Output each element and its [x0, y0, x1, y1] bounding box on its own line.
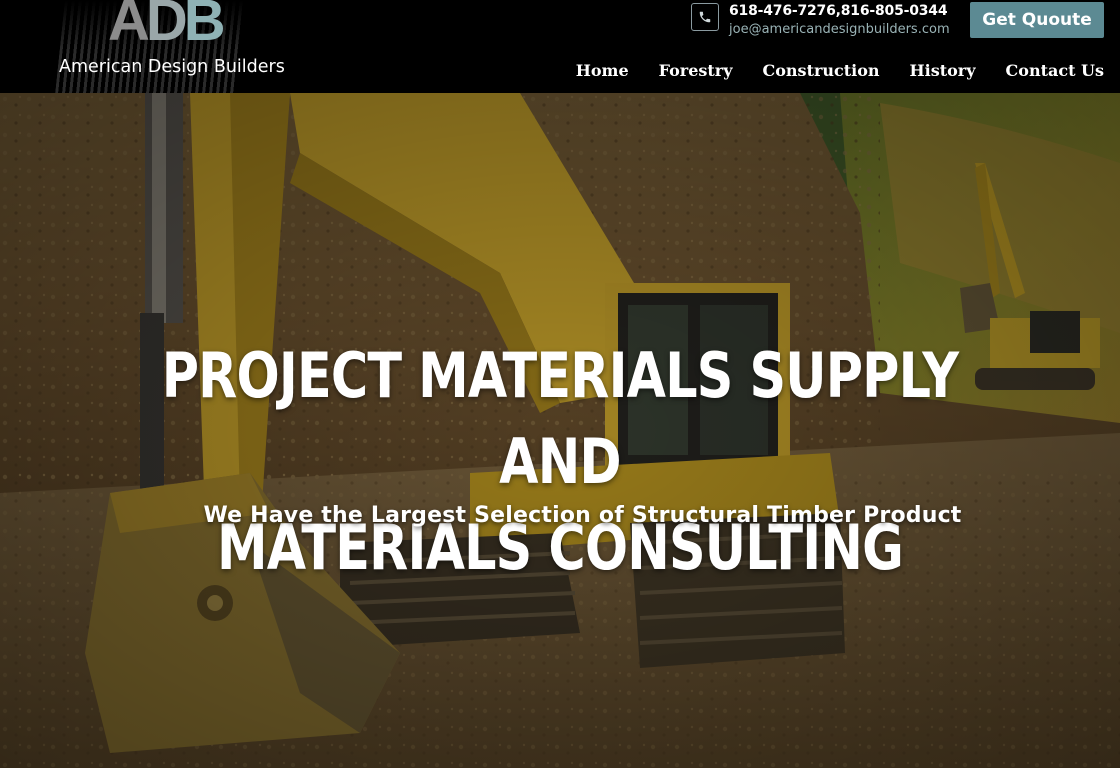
phone-icon [691, 3, 719, 31]
site-header: ADB American Design Builders 618-476-727… [0, 0, 1120, 93]
brand-logo[interactable]: ADB American Design Builders [55, 0, 285, 93]
logo-letter-b: B [183, 0, 226, 53]
hero-subtitle: We Have the Largest Selection of Structu… [203, 503, 962, 528]
get-quote-button[interactable]: Get Quoute [970, 2, 1104, 38]
nav-item-history[interactable]: History [910, 61, 976, 80]
contact-phone[interactable]: 618-476-7276,816-805-0344 [729, 3, 948, 19]
logo-mark: ADB [108, 0, 226, 53]
hero-section: PROJECT MATERIALS SUPPLY AND MATERIALS C… [0, 93, 1120, 768]
nav-item-home[interactable]: Home [576, 61, 629, 80]
nav-item-forestry[interactable]: Forestry [659, 61, 733, 80]
logo-letter-a: A [108, 0, 150, 53]
nav-item-construction[interactable]: Construction [763, 61, 880, 80]
nav-item-contact-us[interactable]: Contact Us [1006, 61, 1104, 80]
logo-letter-d: D [145, 0, 188, 53]
hero-title: PROJECT MATERIALS SUPPLY AND MATERIALS C… [101, 333, 1019, 591]
brand-name: American Design Builders [59, 57, 285, 77]
contact-email[interactable]: joe@americandesignbuilders.com [729, 22, 950, 37]
main-nav: Home Forestry Construction History Conta… [546, 61, 1104, 80]
hero-title-line-1: PROJECT MATERIALS SUPPLY AND [161, 339, 959, 498]
